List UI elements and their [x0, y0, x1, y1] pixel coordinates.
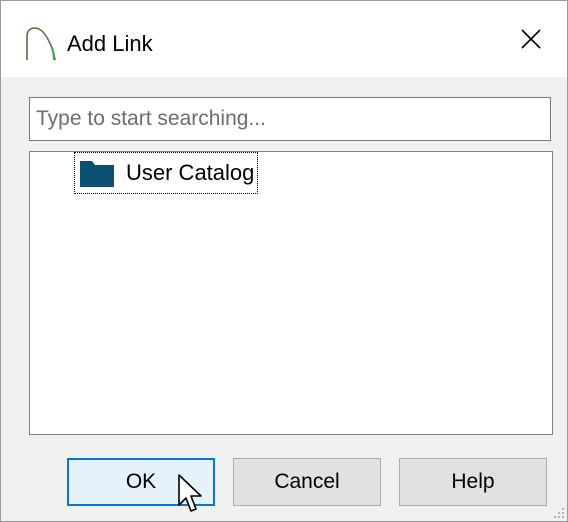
app-logo-icon: [26, 27, 56, 61]
close-button[interactable]: [495, 1, 567, 77]
resize-grip-icon[interactable]: [551, 505, 565, 519]
dialog-title: Add Link: [67, 31, 153, 56]
search-input[interactable]: [29, 97, 551, 141]
tree-item-user-catalog[interactable]: User Catalog: [74, 152, 259, 194]
help-button[interactable]: Help: [399, 458, 547, 506]
folder-icon: [80, 161, 114, 187]
close-icon: [521, 29, 541, 49]
ok-button[interactable]: OK: [67, 458, 215, 506]
add-link-dialog: Add Link User Catalog OK Cancel Help: [0, 0, 568, 522]
title-bar[interactable]: Add Link: [1, 1, 567, 77]
tree-item-label: User Catalog: [126, 160, 255, 185]
cancel-button[interactable]: Cancel: [233, 458, 381, 506]
catalog-tree[interactable]: User Catalog: [29, 151, 553, 435]
